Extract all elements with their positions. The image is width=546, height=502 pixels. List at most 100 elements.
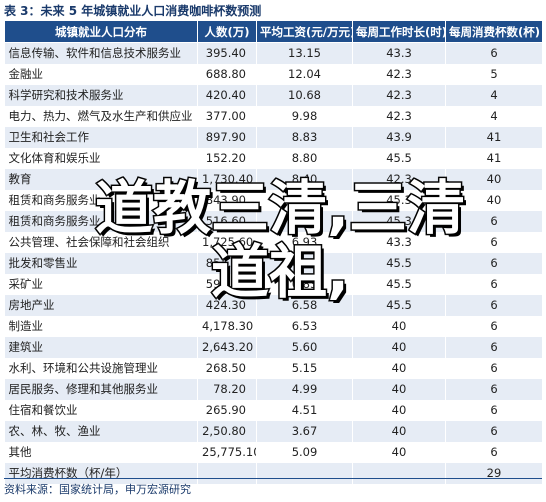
cell-cups: 6	[445, 421, 543, 442]
table-row: 其他 25,775.10 5.09 40 6	[4, 442, 543, 463]
table-row: 租赁和商务服务业 516.60 6.93 45.3 6	[4, 211, 543, 232]
cell-industry: 租赁和商务服务业	[4, 190, 198, 211]
cell-industry: 卫生和社会工作	[4, 127, 198, 148]
cell-wage: 10.68	[256, 85, 353, 106]
table-row: 住宿和餐饮业 265.90 4.51 40 6	[4, 400, 543, 421]
cell-people: 25,775.10	[197, 442, 257, 463]
cell-hours: 45.3	[352, 190, 446, 211]
cell-cups: 6	[445, 211, 543, 232]
cell-hours: 45.5	[352, 253, 446, 274]
cell-cups: 6	[445, 295, 543, 316]
table-row: 教育 1,730.40 8.40 42.3 40	[4, 169, 543, 190]
cell-cups: 4	[445, 106, 543, 127]
cell-people: 78.20	[197, 379, 257, 400]
table-title: 表 3：未来 5 年城镇就业人口消费咖啡杯数预测	[4, 4, 262, 18]
cell-industry: 建筑业	[4, 337, 198, 358]
cell-wage: 8.40	[256, 169, 353, 190]
cell-hours: 45.5	[352, 274, 446, 295]
table-row: 电力、热力、燃气及水生产和供应业 377.00 9.98 42.3 4	[4, 106, 543, 127]
cell-cups: 4	[445, 85, 543, 106]
cell-wage: 3.67	[256, 421, 353, 442]
cell-hours	[352, 463, 446, 484]
cell-hours: 40	[352, 316, 446, 337]
cell-wage: 9.98	[256, 106, 353, 127]
table-row: 农、林、牧、渔业 2,50.80 3.67 40 6	[4, 421, 543, 442]
cell-industry: 公共管理、社会保障和社会组织	[4, 232, 198, 253]
table-row: 水利、环境和公共设施管理业 268.50 5.15 40 6	[4, 358, 543, 379]
cell-wage: 4.51	[256, 400, 353, 421]
cell-hours: 40	[352, 337, 446, 358]
cell-industry: 文化体育和娱乐业	[4, 148, 198, 169]
cell-industry: 房地产业	[4, 295, 198, 316]
cell-industry: 信息传输、软件和信息技术服务业	[4, 42, 198, 64]
table-row: 采矿业 597.30 6.83 45.5 6	[4, 274, 543, 295]
cell-industry: 电力、热力、燃气及水生产和供应业	[4, 106, 198, 127]
table-row: 批发和零售业 854.60 6.89 45.5 6	[4, 253, 543, 274]
table-row: 文化体育和娱乐业 152.20 8.80 45.5 41	[4, 148, 543, 169]
table-row: 公共管理、社会保障和社会组织 1,725.60 6.93 43.3 6	[4, 232, 543, 253]
cell-people: 395.40	[197, 42, 257, 64]
table-row: 房地产业 424.30 6.58 45.5 6	[4, 295, 543, 316]
cell-people	[197, 463, 257, 484]
header-cups: 每周消费杯数(杯)	[445, 20, 543, 43]
cell-industry: 金融业	[4, 64, 198, 85]
table-row: 信息传输、软件和信息技术服务业 395.40 13.15 43.3 6	[4, 42, 543, 64]
cell-wage: 12.04	[256, 64, 353, 85]
cell-cups: 6	[445, 400, 543, 421]
cell-industry: 采矿业	[4, 274, 198, 295]
cell-hours: 42.3	[352, 85, 446, 106]
cell-hours: 40	[352, 358, 446, 379]
cell-cups: 29	[445, 463, 543, 484]
cell-wage: 6.89	[256, 253, 353, 274]
cell-cups: 41	[445, 148, 543, 169]
cell-hours: 45.3	[352, 211, 446, 232]
cell-cups: 6	[445, 358, 543, 379]
cell-wage: 6.93	[256, 232, 353, 253]
cell-hours: 43.9	[352, 127, 446, 148]
cell-hours: 40	[352, 421, 446, 442]
cell-people: 420.40	[197, 85, 257, 106]
cell-wage: 6.93	[256, 211, 353, 232]
cell-cups: 6	[445, 232, 543, 253]
cell-wage: 6.99	[256, 190, 353, 211]
cell-wage: 4.99	[256, 379, 353, 400]
header-wage: 平均工资(元/万元)	[256, 20, 353, 43]
cell-industry: 租赁和商务服务业	[4, 211, 198, 232]
cell-wage: 8.83	[256, 127, 353, 148]
cell-people: 897.90	[197, 127, 257, 148]
cell-industry: 教育	[4, 169, 198, 190]
cell-industry: 农、林、牧、渔业	[4, 421, 198, 442]
cell-cups: 6	[445, 274, 543, 295]
cell-people: 2,50.80	[197, 421, 257, 442]
cell-cups: 6	[445, 442, 543, 463]
header-industry: 城镇就业人口分布	[4, 20, 198, 43]
cell-people: 843.90	[197, 190, 257, 211]
table-row: 居民服务、修理和其他服务业 78.20 4.99 40 6	[4, 379, 543, 400]
cell-people: 516.60	[197, 211, 257, 232]
cell-wage: 8.80	[256, 148, 353, 169]
table-body: 信息传输、软件和信息技术服务业 395.40 13.15 43.3 6 金融业 688.80…	[4, 42, 543, 484]
cell-industry: 批发和零售业	[4, 253, 198, 274]
cell-hours: 45.5	[352, 295, 446, 316]
cell-wage: 5.15	[256, 358, 353, 379]
cell-cups: 6	[445, 253, 543, 274]
cell-industry: 水利、环境和公共设施管理业	[4, 358, 198, 379]
table-row: 金融业 688.80 12.04 42.3 5	[4, 64, 543, 85]
cell-cups: 6	[445, 42, 543, 64]
cell-people: 265.90	[197, 400, 257, 421]
cell-wage: 5.09	[256, 442, 353, 463]
cell-cups: 6	[445, 337, 543, 358]
cell-wage	[256, 463, 353, 484]
cell-hours: 43.3	[352, 232, 446, 253]
cell-wage: 5.60	[256, 337, 353, 358]
cell-industry: 制造业	[4, 316, 198, 337]
cell-hours: 40	[352, 379, 446, 400]
table-row: 制造业 4,178.30 6.53 40 6	[4, 316, 543, 337]
cell-people: 854.60	[197, 253, 257, 274]
cell-people: 377.00	[197, 106, 257, 127]
cell-wage: 13.15	[256, 42, 353, 64]
cell-hours: 42.3	[352, 169, 446, 190]
cell-wage: 6.83	[256, 274, 353, 295]
header-hours: 每周工作时长(时)	[352, 20, 446, 43]
header-row: 城镇就业人口分布 人数(万) 平均工资(元/万元) 每周工作时长(时) 每周消费…	[4, 20, 543, 43]
